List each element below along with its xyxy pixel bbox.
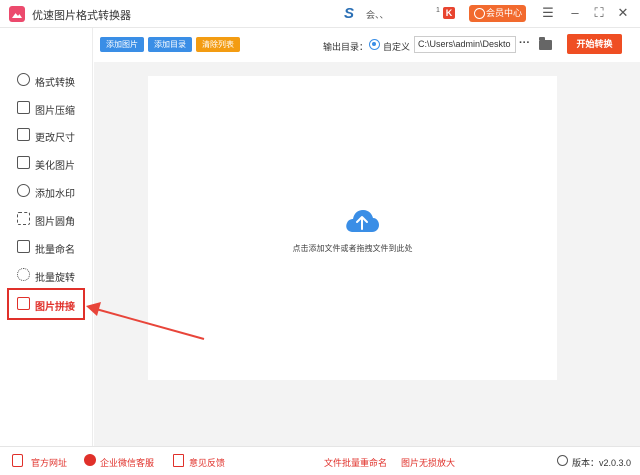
title-bar: 优速图片格式转换器 S 会、、 1 K 会员中心 ☰ – ⛶ ✕ xyxy=(0,0,640,28)
add-image-button[interactable]: 添加图片 xyxy=(100,37,144,52)
sidebar-item-resize[interactable]: 更改尺寸 xyxy=(0,123,93,147)
version-icon xyxy=(557,455,568,466)
feedback-link[interactable]: 意见反馈 xyxy=(189,456,225,469)
compress-icon xyxy=(17,101,30,114)
beautify-icon xyxy=(17,156,30,169)
user-name[interactable]: 会、、 xyxy=(366,8,389,21)
resize-icon xyxy=(17,128,30,141)
sidebar-item-label: 美化图片 xyxy=(35,157,75,172)
member-icon xyxy=(474,8,485,19)
add-folder-button[interactable]: 添加目录 xyxy=(148,37,192,52)
sidebar-item-label: 图片压缩 xyxy=(35,102,75,117)
sidebar-item-format[interactable]: 格式转换 xyxy=(0,68,93,92)
menu-icon[interactable]: ☰ xyxy=(541,6,555,20)
custom-radio[interactable] xyxy=(369,39,380,50)
version-label: 版本：v2.0.3.0 xyxy=(572,456,631,469)
start-convert-button[interactable]: 开始转换 xyxy=(567,34,622,54)
sidebar-item-label: 更改尺寸 xyxy=(35,129,75,144)
wechat-support-link[interactable]: 企业微信客服 xyxy=(100,456,154,469)
sidebar-item-rename[interactable]: 批量命名 xyxy=(0,235,93,259)
wechat-icon xyxy=(84,454,96,466)
close-icon[interactable]: ✕ xyxy=(616,6,630,20)
sidebar-item-label: 格式转换 xyxy=(35,74,75,89)
app-title: 优速图片格式转换器 xyxy=(32,7,131,23)
official-website-link[interactable]: 官方网址 xyxy=(31,456,67,469)
clear-list-button[interactable]: 清除列表 xyxy=(196,37,240,52)
output-path-input[interactable]: C:\Users\admin\Deskto xyxy=(414,36,516,53)
notification-icon[interactable]: K xyxy=(443,7,455,19)
sidebar-item-watermark[interactable]: 添加水印 xyxy=(0,179,93,203)
member-center-button[interactable]: 会员中心 xyxy=(469,5,526,22)
sidebar-item-beautify[interactable]: 美化图片 xyxy=(0,151,93,175)
sidebar-item-label: 批量命名 xyxy=(35,241,75,256)
feedback-icon xyxy=(173,454,184,467)
custom-radio-label: 自定义 xyxy=(383,40,410,53)
sidebar-item-rounded[interactable]: 图片圆角 xyxy=(0,207,93,231)
rename-icon xyxy=(17,240,30,253)
drop-zone[interactable]: 点击添加文件或者拖拽文件到此处 xyxy=(148,76,557,380)
home-icon xyxy=(12,454,23,467)
sidebar-item-label: 添加水印 xyxy=(35,185,75,200)
user-logo-icon: S xyxy=(344,6,360,22)
folder-icon[interactable] xyxy=(539,40,552,50)
minimize-icon[interactable]: – xyxy=(568,6,582,20)
member-center-label: 会员中心 xyxy=(486,8,522,18)
output-dir-label: 输出目录： xyxy=(323,40,368,53)
sidebar-item-rotate[interactable]: 批量旋转 xyxy=(0,263,93,287)
sidebar-item-compress[interactable]: 图片压缩 xyxy=(0,96,93,120)
sidebar: 格式转换 图片压缩 更改尺寸 美化图片 添加水印 图片圆角 批量命名 批量旋转 … xyxy=(0,28,93,446)
maximize-icon[interactable]: ⛶ xyxy=(592,6,606,20)
rotate-icon xyxy=(17,268,30,281)
rounded-corner-icon xyxy=(17,212,30,225)
batch-rename-link[interactable]: 文件批量重命名 xyxy=(324,456,387,469)
lossless-upscale-link[interactable]: 图片无损放大 xyxy=(401,456,455,469)
sidebar-item-label: 图片圆角 xyxy=(35,213,75,228)
highlight-box xyxy=(7,288,85,320)
notify-count: 1 xyxy=(436,7,440,14)
watermark-icon xyxy=(17,184,30,197)
footer: 官方网址 企业微信客服 意见反馈 文件批量重命名 图片无损放大 版本：v2.0.… xyxy=(0,446,640,475)
sidebar-item-label: 批量旋转 xyxy=(35,269,75,284)
drop-hint: 点击添加文件或者拖拽文件到此处 xyxy=(148,243,557,254)
more-button[interactable]: ··· xyxy=(519,37,530,49)
format-convert-icon xyxy=(17,73,30,86)
upload-cloud-icon xyxy=(344,206,380,234)
app-logo-icon xyxy=(9,6,25,22)
